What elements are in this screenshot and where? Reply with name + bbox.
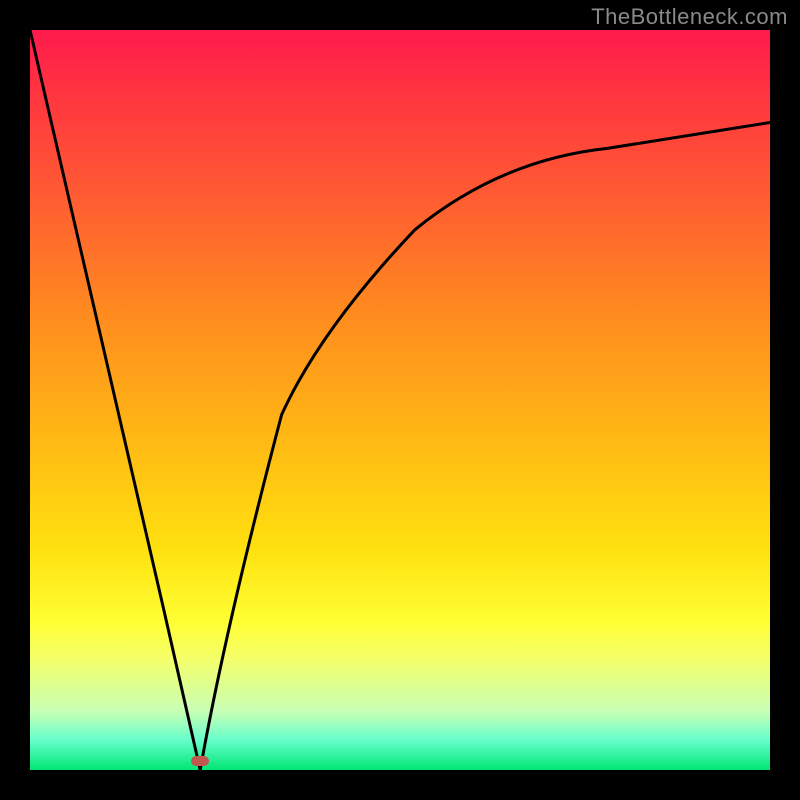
watermark-text: TheBottleneck.com (591, 4, 788, 30)
bottleneck-curve (30, 30, 770, 770)
chart-frame: TheBottleneck.com (0, 0, 800, 800)
curve-left-branch (30, 30, 200, 770)
minimum-marker (191, 756, 209, 766)
plot-area (30, 30, 770, 770)
curve-right-branch (200, 123, 770, 771)
